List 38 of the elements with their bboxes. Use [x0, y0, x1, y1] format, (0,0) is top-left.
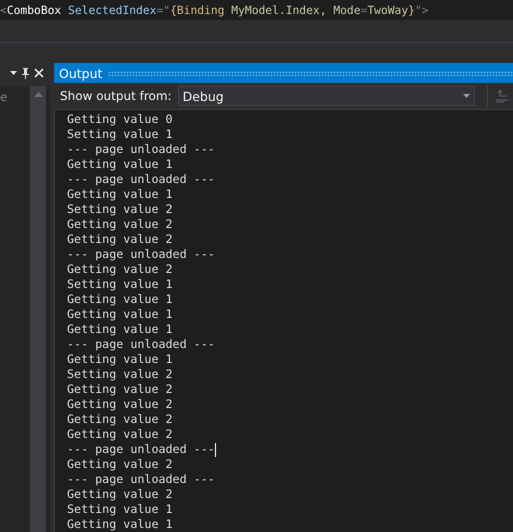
output-text-area[interactable] [54, 110, 513, 532]
output-line: Getting value 1 [67, 157, 173, 172]
panel-title: Output [59, 66, 102, 80]
output-line: Setting value 1 [67, 502, 173, 517]
output-line: Setting value 1 [67, 277, 173, 292]
output-line: Getting value 2 [67, 232, 173, 247]
output-line: Getting value 2 [67, 427, 173, 442]
output-line: --- page unloaded --- [67, 472, 215, 487]
output-line: Getting value 2 [67, 217, 173, 232]
pin-icon[interactable] [21, 68, 30, 78]
output-line: Getting value 0 [67, 112, 173, 127]
caret-down-icon[interactable] [10, 71, 17, 75]
output-line: Getting value 1 [67, 322, 173, 337]
close-icon[interactable] [34, 68, 44, 78]
output-line: Getting value 1 [67, 187, 173, 202]
output-line: Setting value 2 [67, 367, 173, 382]
output-line: Getting value 2 [67, 457, 173, 472]
caret-down-icon [462, 94, 470, 98]
output-line: Getting value 2 [67, 397, 173, 412]
output-line: Getting value 2 [67, 412, 173, 427]
output-line: --- page unloaded --- [67, 337, 215, 352]
scrollbar[interactable] [30, 86, 46, 532]
output-line: --- page unloaded --- [67, 247, 215, 262]
output-line: Setting value 1 [67, 127, 173, 142]
output-line: Setting value 2 [67, 202, 173, 217]
output-line: Getting value 1 [67, 307, 173, 322]
output-line: Getting value 1 [67, 292, 173, 307]
output-line: --- page unloaded --- [67, 442, 215, 457]
output-line: Getting value 1 [67, 352, 173, 367]
output-line: Getting value 2 [67, 262, 173, 277]
source-dropdown[interactable]: Debug [178, 86, 475, 106]
output-line: --- page unloaded --- [67, 172, 215, 187]
output-line: Getting value 2 [67, 487, 173, 502]
output-line: --- page unloaded --- [67, 142, 215, 157]
panel-label: e [0, 89, 8, 106]
source-label: Show output from: [60, 89, 172, 103]
output-line: Getting value 2 [67, 382, 173, 397]
output-line: Getting value 1 [67, 517, 173, 532]
